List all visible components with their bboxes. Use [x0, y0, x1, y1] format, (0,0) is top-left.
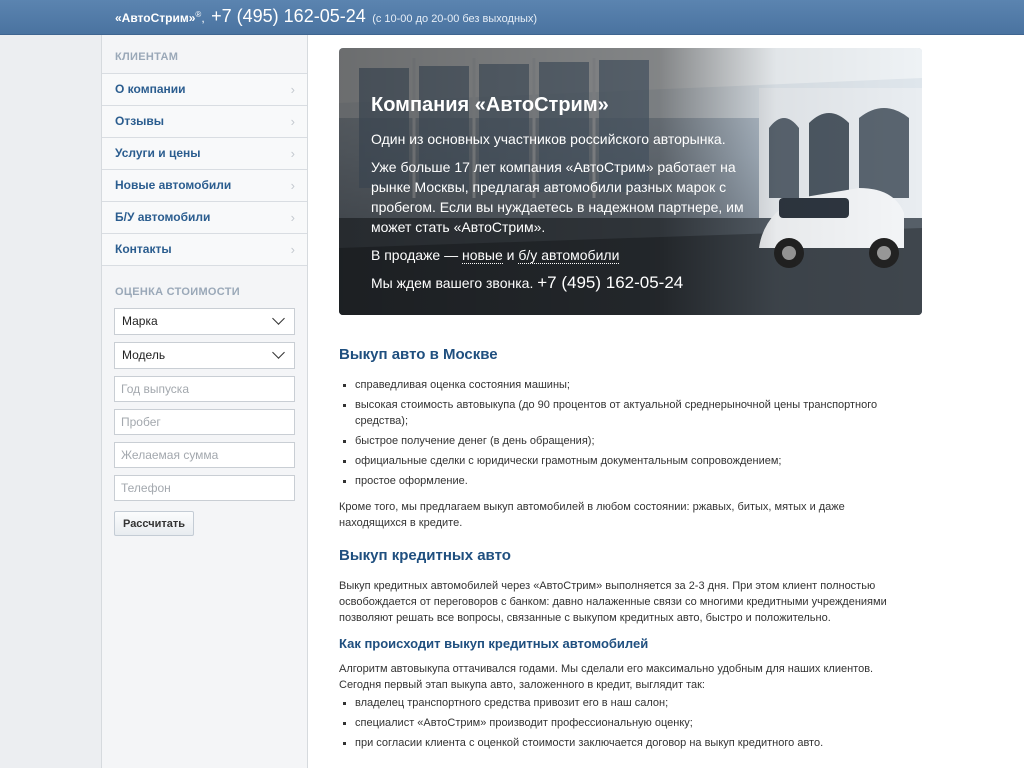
list-item: владелец транспортного средства привозит… [339, 695, 914, 711]
header-phone[interactable]: +7 (495) 162-05-24 [211, 6, 366, 26]
chevron-right-icon: › [290, 210, 295, 225]
hero-call-line: Мы ждем вашего звонка. +7 (495) 162-05-2… [371, 273, 684, 292]
list-item: быстрое получение денег (в день обращени… [339, 433, 914, 449]
model-select[interactable]: Модель [114, 342, 295, 369]
hero-sale-line: В продаже — новые и б/у автомобили [371, 247, 620, 264]
sidebar-item-contacts[interactable]: Контакты › [102, 234, 307, 266]
list-item: специалист «АвтоСтрим» производит профес… [339, 715, 914, 731]
sidebar-item-about[interactable]: О компании › [102, 74, 307, 106]
valuation-form: Марка Модель Рассчитать [102, 308, 307, 536]
hero-line-2: Уже больше 17 лет компания «АвтоСтрим» р… [371, 159, 744, 235]
list-item: при согласии клиента с оценкой стоимости… [339, 735, 914, 751]
desired-sum-input[interactable] [114, 442, 295, 468]
brand-name: «АвтоСтрим»® [115, 10, 202, 25]
chevron-right-icon: › [290, 114, 295, 129]
brand-select[interactable]: Марка [114, 308, 295, 335]
page-gutter-left [0, 35, 102, 768]
sidebar-item-services[interactable]: Услуги и цены › [102, 138, 307, 170]
process-paragraph: Алгоритм автовыкупа оттачивался годами. … [339, 663, 874, 691]
chevron-down-icon [272, 346, 285, 359]
section-title-process: Как происходит выкуп кредитных автомобил… [339, 636, 649, 651]
process-steps-list: владелец транспортного средства привозит… [339, 695, 914, 751]
section-title-buyout: Выкуп авто в Москве [339, 346, 498, 363]
chevron-right-icon: › [290, 178, 295, 193]
top-bar-contacts: «АвтоСтрим»®, +7 (495) 162-05-24 (с 10-0… [115, 6, 537, 27]
page-gutter-right [922, 35, 1024, 768]
used-cars-link[interactable]: б/у автомобили [518, 247, 620, 264]
brand-separator: , [201, 11, 205, 25]
calculate-button[interactable]: Рассчитать [114, 511, 195, 536]
chevron-right-icon: › [290, 146, 295, 161]
list-item: официальные сделки с юридически грамотны… [339, 453, 914, 469]
sidebar: КЛИЕНТАМ О компании › Отзывы › Услуги и це… [102, 35, 308, 768]
sidebar-menu: О компании › Отзывы › Услуги и цены › Новые… [102, 73, 307, 266]
phone-input[interactable] [114, 475, 295, 501]
buyout-paragraph: Кроме того, мы предлагаем выкуп автомоби… [339, 501, 845, 529]
hero-text: Компания «АвтоСтрим» Один из основных уч… [371, 94, 771, 301]
top-bar: «АвтоСтрим»®, +7 (495) 162-05-24 (с 10-0… [0, 0, 1024, 35]
section-title-credit-buyout: Выкуп кредитных авто [339, 547, 511, 564]
chevron-right-icon: › [290, 82, 295, 97]
list-item: высокая стоимость автовыкупа (до 90 проц… [339, 397, 914, 429]
chevron-down-icon [272, 312, 285, 325]
calc-heading: ОЦЕНКА СТОИМОСТИ [115, 286, 240, 298]
buyout-benefits-list: справедливая оценка состояния машины; вы… [339, 377, 914, 489]
year-input[interactable] [114, 376, 295, 402]
credit-buyout-paragraph: Выкуп кредитных автомобилей через «АвтоС… [339, 580, 887, 624]
sidebar-item-reviews[interactable]: Отзывы › [102, 106, 307, 138]
list-item: справедливая оценка состояния машины; [339, 377, 914, 393]
hero-banner: Компания «АвтоСтрим» Один из основных уч… [339, 48, 922, 315]
list-item: простое оформление. [339, 473, 914, 489]
new-cars-link[interactable]: новые [461, 247, 503, 264]
chevron-right-icon: › [290, 242, 295, 257]
mileage-input[interactable] [114, 409, 295, 435]
clients-heading: КЛИЕНТАМ [115, 51, 179, 63]
working-hours: (с 10-00 до 20-00 без выходных) [372, 13, 538, 25]
hero-phone[interactable]: +7 (495) 162-05-24 [537, 273, 683, 292]
sidebar-item-new-cars[interactable]: Новые автомобили › [102, 170, 307, 202]
sidebar-item-used-cars[interactable]: Б/У автомобили › [102, 202, 307, 234]
hero-title: Компания «АвтоСтрим» [371, 94, 609, 116]
hero-line-1: Один из основных участников российского … [371, 131, 726, 147]
main-content: Выкуп авто в Москве справедливая оценка … [339, 330, 914, 761]
